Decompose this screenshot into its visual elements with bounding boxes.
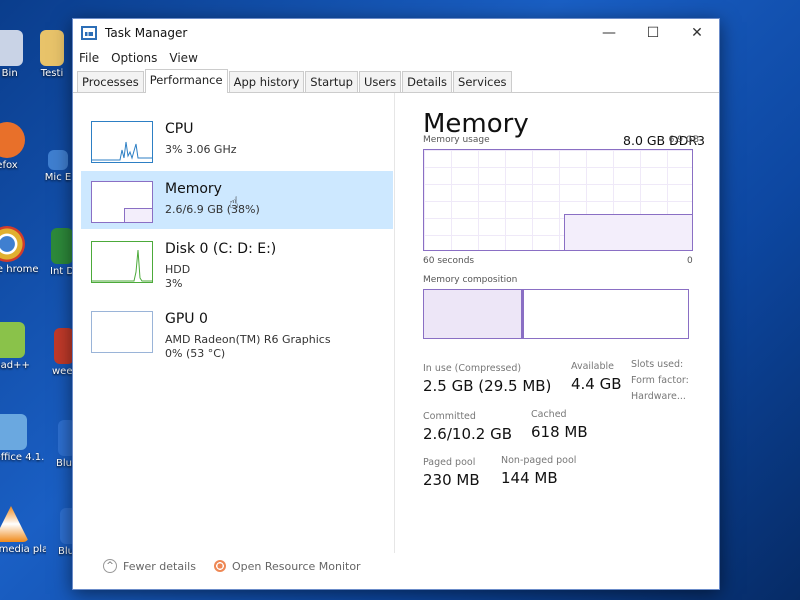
maximize-button[interactable]: ☐ xyxy=(631,19,675,47)
desktop-icon-firefox[interactable]: efox xyxy=(0,122,42,172)
memory-mini-graph xyxy=(91,181,153,223)
resource-item-gpu[interactable]: GPU 0 AMD Radeon(TM) R6 Graphics 0% (53 … xyxy=(81,301,393,360)
firefox-icon xyxy=(0,122,25,158)
cached-value: 618 MB xyxy=(531,423,588,441)
window-title: Task Manager xyxy=(105,26,188,40)
available-value: 4.4 GB xyxy=(571,375,622,393)
form-factor-label: Form factor: xyxy=(631,375,689,386)
paged-pool-value: 230 MB xyxy=(423,471,480,489)
footer-bar: ^ Fewer details Open Resource Monitor xyxy=(103,559,361,573)
hardware-reserved-label: Hardware... xyxy=(631,391,686,402)
pdf-icon xyxy=(54,328,74,364)
resource-detail: 3% 3.06 GHz xyxy=(165,143,237,156)
desktop-icon-internet-download[interactable]: Int Dow xyxy=(50,228,74,278)
task-manager-icon xyxy=(81,26,97,40)
tab-users[interactable]: Users xyxy=(358,71,402,92)
memory-usage-fill xyxy=(564,214,692,250)
resource-item-cpu[interactable]: CPU 3% 3.06 GHz xyxy=(81,111,393,169)
resource-model: AMD Radeon(TM) R6 Graphics xyxy=(165,333,331,346)
available-label: Available xyxy=(571,361,615,372)
folder-icon xyxy=(40,30,64,66)
resource-detail: 2.6/6.9 GB (38%) xyxy=(165,203,260,216)
memory-composition-bar xyxy=(423,289,689,339)
recycle-bin-icon xyxy=(0,30,23,66)
composition-in-use xyxy=(424,290,522,338)
openoffice-icon xyxy=(0,414,27,450)
edge-icon xyxy=(48,150,68,170)
fewer-details-link[interactable]: Fewer details xyxy=(123,560,196,573)
tab-startup[interactable]: Startup xyxy=(305,71,358,92)
desktop-icon-chrome[interactable]: oogle hrome xyxy=(0,226,42,276)
resource-type: HDD xyxy=(165,263,191,276)
chevron-up-icon[interactable]: ^ xyxy=(103,559,117,573)
desktop-icon-testing[interactable]: Testi xyxy=(32,30,72,80)
resource-name: CPU xyxy=(165,121,194,137)
cpu-sparkline-icon xyxy=(92,141,152,161)
tab-services[interactable]: Services xyxy=(453,71,512,92)
gpu-mini-graph xyxy=(91,311,153,353)
paged-pool-label: Paged pool xyxy=(423,457,476,468)
open-resource-monitor-link[interactable]: Open Resource Monitor xyxy=(232,560,361,573)
vlc-icon xyxy=(0,506,29,542)
disk-sparkline-icon xyxy=(92,249,152,282)
resource-monitor-icon xyxy=(213,560,226,572)
hand-cursor-icon: ☝ xyxy=(229,193,239,212)
resource-name: Memory xyxy=(165,181,222,197)
memory-mini-fill xyxy=(124,208,152,222)
resource-detail: 3% xyxy=(165,277,183,290)
close-button[interactable]: ✕ xyxy=(675,19,719,47)
memory-usage-graph xyxy=(423,149,693,251)
menu-options[interactable]: Options xyxy=(111,51,157,65)
usage-graph-label: Memory usage xyxy=(423,135,490,145)
graph-time-left: 60 seconds xyxy=(423,256,475,266)
title-bar[interactable]: Task Manager — ☐ ✕ xyxy=(73,19,719,47)
tab-performance[interactable]: Performance xyxy=(144,69,228,93)
in-use-label: In use (Compressed) xyxy=(423,363,522,374)
chrome-icon xyxy=(0,226,25,262)
composition-label: Memory composition xyxy=(423,275,518,285)
desktop-icon-microsoft-edge[interactable]: Mic E xyxy=(44,150,72,184)
resource-detail: 0% (53 °C) xyxy=(165,347,226,360)
resource-item-memory[interactable]: Memory 2.6/6.9 GB (38%) ☝ xyxy=(81,171,393,229)
desktop-icon-vlc[interactable]: VLC media player xyxy=(0,506,46,556)
committed-label: Committed xyxy=(423,411,476,422)
minimize-button[interactable]: — xyxy=(587,19,631,47)
resource-list: CPU 3% 3.06 GHz Memory 2.6/6.9 GB (38%) … xyxy=(73,93,395,553)
non-paged-pool-label: Non-paged pool xyxy=(501,455,577,466)
graph-time-right: 0 xyxy=(687,256,693,266)
performance-panel: CPU 3% 3.06 GHz Memory 2.6/6.9 GB (38%) … xyxy=(73,93,719,589)
desktop-icon-notepad-plus[interactable]: tepad++ xyxy=(0,322,42,372)
composition-modified xyxy=(522,290,524,338)
disk-mini-graph xyxy=(91,241,153,283)
tab-bar: Processes Performance App history Startu… xyxy=(73,69,719,93)
resource-item-disk[interactable]: Disk 0 (C: D: E:) HDD 3% xyxy=(81,231,393,290)
tab-processes[interactable]: Processes xyxy=(77,71,144,92)
resource-name: GPU 0 xyxy=(165,311,208,327)
task-manager-window: Task Manager — ☐ ✕ File Options View Pro… xyxy=(72,18,720,590)
cpu-mini-graph xyxy=(91,121,153,163)
slots-used-label: Slots used: xyxy=(631,359,684,370)
download-manager-icon xyxy=(51,228,73,264)
usage-graph-max: 6.9 GB xyxy=(668,135,699,145)
notepad-plus-icon xyxy=(0,322,25,358)
menu-view[interactable]: View xyxy=(169,51,197,65)
cached-label: Cached xyxy=(531,409,567,420)
committed-value: 2.6/10.2 GB xyxy=(423,425,512,443)
tab-app-history[interactable]: App history xyxy=(228,71,305,92)
menu-file[interactable]: File xyxy=(79,51,99,65)
tab-details[interactable]: Details xyxy=(402,71,453,92)
in-use-value: 2.5 GB (29.5 MB) xyxy=(423,377,552,395)
resource-name: Disk 0 (C: D: E:) xyxy=(165,241,277,257)
menu-bar: File Options View xyxy=(73,47,719,69)
non-paged-pool-value: 144 MB xyxy=(501,469,558,487)
desktop-icon-openoffice[interactable]: penOffice 4.1.11 xyxy=(0,414,44,464)
